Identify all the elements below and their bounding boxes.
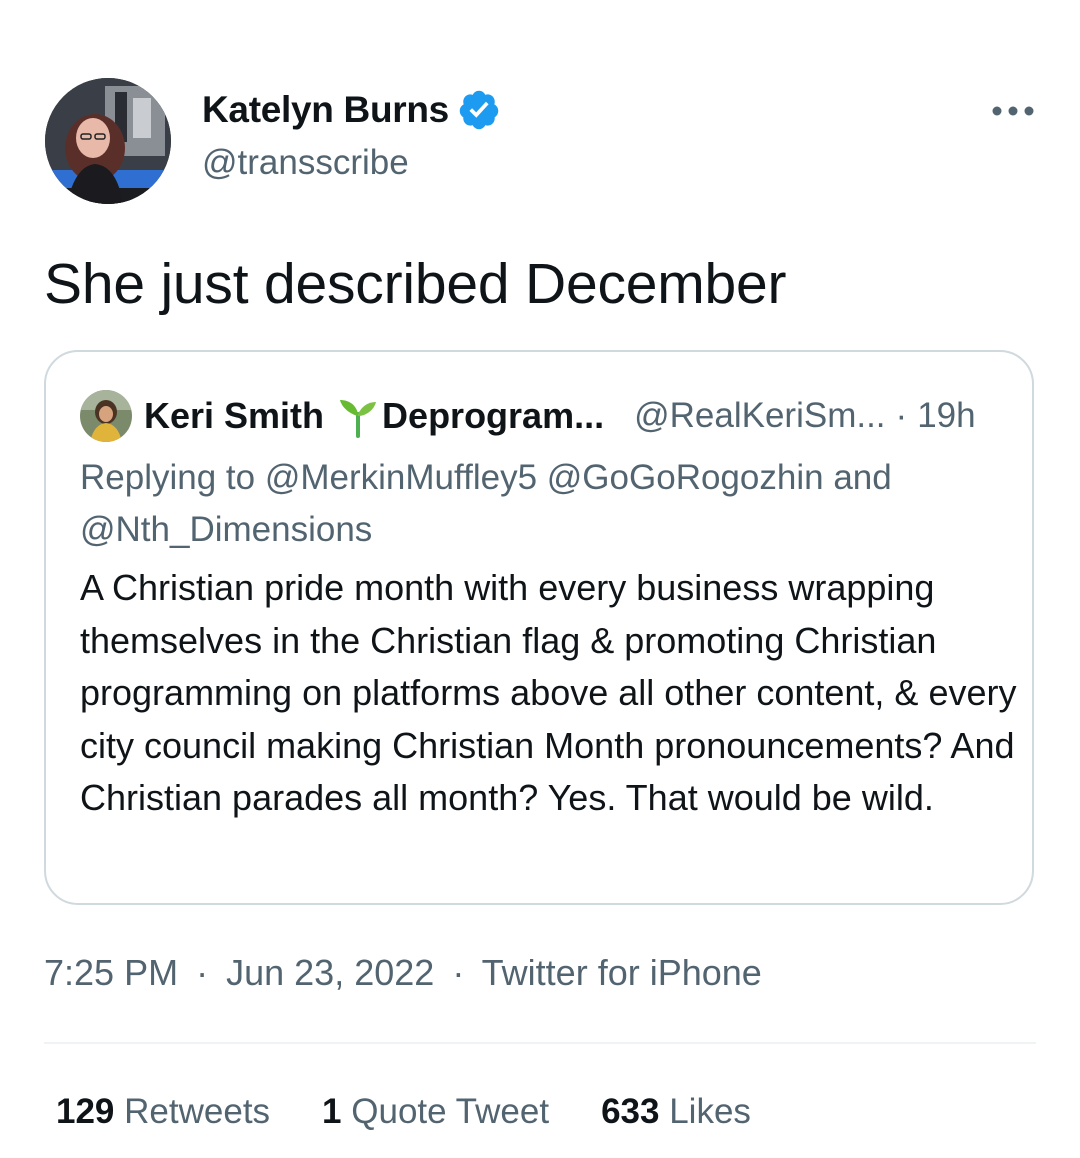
tweet-time[interactable]: 7:25 PM <box>44 952 178 993</box>
quote-tweets-label: Quote Tweet <box>351 1092 550 1131</box>
more-options-icon[interactable] <box>990 100 1036 122</box>
quoted-author-handle: @RealKeriSm... <box>634 396 886 435</box>
quoted-profile-photo <box>80 390 132 442</box>
retweets-label: Retweets <box>124 1092 271 1131</box>
retweets-stat[interactable]: 129 Retweets <box>56 1092 270 1132</box>
meta-separator: · <box>196 952 209 993</box>
engagement-stats: 129 Retweets 1 Quote Tweet 633 Likes <box>56 1092 803 1132</box>
quoted-author-name-suffix: Deprogram... <box>382 395 605 436</box>
replying-and: and <box>833 458 892 497</box>
quoted-tweet-card[interactable]: Keri Smith Deprogram... @RealKeriSm... ·… <box>44 350 1034 905</box>
seedling-icon <box>340 400 377 438</box>
meta-separator: · <box>452 952 465 993</box>
mention-link[interactable]: @Nth_Dimensions <box>80 510 372 549</box>
quote-tweets-count: 1 <box>322 1092 342 1131</box>
tweet-text: She just described December <box>44 252 787 316</box>
tweet-meta: 7:25 PM · Jun 23, 2022 · Twitter for iPh… <box>44 952 762 994</box>
author-avatar[interactable] <box>45 78 171 204</box>
mention-link[interactable]: @MerkinMuffley5 <box>265 458 537 497</box>
likes-count: 633 <box>601 1092 660 1131</box>
author-handle[interactable]: @transscribe <box>202 143 409 183</box>
divider <box>44 1042 1036 1044</box>
quoted-timestamp: 19h <box>917 396 976 435</box>
quoted-tweet-text: A Christian pride month with every busin… <box>80 567 1017 818</box>
replying-prefix: Replying to <box>80 458 256 497</box>
author-display-name[interactable]: Katelyn Burns <box>202 89 449 131</box>
retweets-count: 129 <box>56 1092 115 1131</box>
quoted-author-avatar <box>80 390 132 442</box>
likes-stat[interactable]: 633 Likes <box>601 1092 751 1132</box>
replying-to-line: Replying to @MerkinMuffley5 @GoGoRogozhi… <box>80 452 1010 556</box>
tweet-source[interactable]: Twitter for iPhone <box>482 952 762 993</box>
quote-tweets-stat[interactable]: 1 Quote Tweet <box>322 1092 549 1132</box>
likes-label: Likes <box>669 1092 751 1131</box>
quoted-author-name: Keri Smith <box>144 395 325 436</box>
tweet-date[interactable]: Jun 23, 2022 <box>226 952 434 993</box>
profile-photo <box>45 78 171 204</box>
quoted-separator: · <box>895 396 908 435</box>
verified-badge-icon <box>459 90 499 130</box>
mention-link[interactable]: @GoGoRogozhin <box>547 458 824 497</box>
